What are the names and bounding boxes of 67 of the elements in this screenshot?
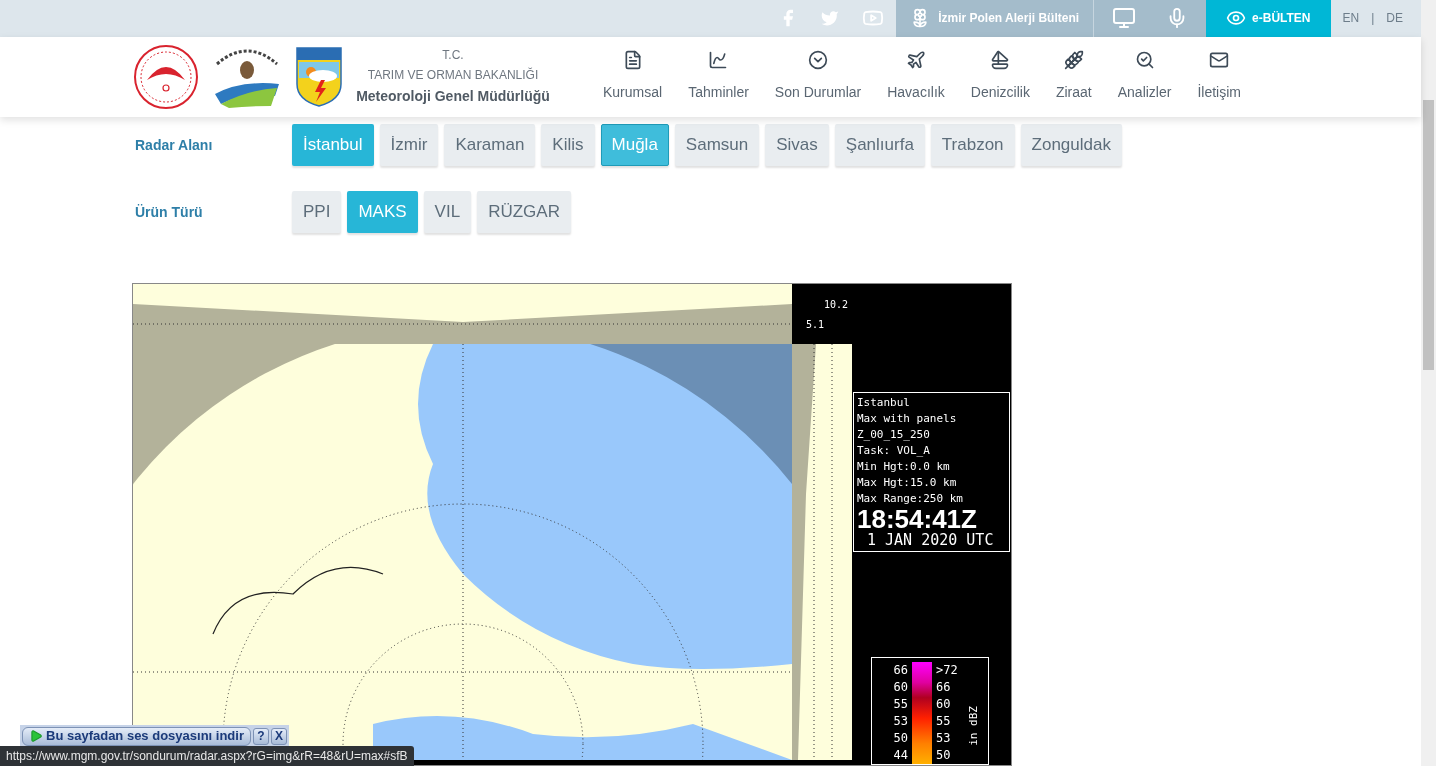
option-button[interactable]: Kilis	[541, 124, 595, 166]
nav-item[interactable]: Son Durumlar	[774, 50, 862, 104]
language-separator: |	[1371, 10, 1375, 28]
option-button[interactable]: RÜZGAR	[477, 191, 571, 233]
organization-name: T.C.	[442, 47, 464, 65]
legend-value: 44	[893, 747, 908, 764]
filter-label: Ürün Türü	[135, 203, 204, 222]
organization-name: Meteoroloji Genel Müdürlüğü	[356, 87, 550, 107]
option-button[interactable]: Şanlıurfa	[834, 124, 925, 166]
legend-value: 55	[936, 713, 952, 730]
line-chart-icon	[708, 50, 729, 71]
nav-item[interactable]: Havacılık	[887, 50, 945, 104]
legend-unit: in dBZ	[968, 706, 980, 746]
radar-info-line: Task: VOL_A	[857, 443, 931, 459]
option-button[interactable]: İzmir	[379, 124, 439, 166]
legend-value: 50	[893, 730, 908, 747]
meteorology-logo	[295, 45, 343, 108]
option-button[interactable]: Zonguldak	[1020, 124, 1122, 166]
legend-value: 60	[936, 696, 952, 713]
radar-info-line: Z_00_15_250	[857, 427, 931, 443]
monitor-icon[interactable]	[1112, 6, 1137, 31]
legend-value: 60	[893, 679, 908, 696]
option-button[interactable]: Karaman	[444, 124, 536, 166]
ministry-seal-logo	[133, 43, 199, 110]
legend-value: 66	[893, 662, 908, 679]
search-icon	[1134, 50, 1155, 71]
scrollbar-thumb[interactable]	[1423, 100, 1434, 370]
option-button[interactable]: Trabzon	[930, 124, 1015, 166]
radar-info-line: Max Range:250 km	[857, 491, 964, 507]
radar-info-line: Max Hgt:15.0 km	[857, 475, 958, 491]
organization-name: TARIM VE ORMAN BAKANLIĞI	[367, 66, 539, 85]
legend-value: 53	[893, 713, 908, 730]
nav-item[interactable]: Ziraat	[1055, 50, 1092, 104]
radar-info-line: Max with panels	[857, 411, 958, 427]
play-icon	[29, 729, 43, 743]
mail-icon	[1209, 50, 1230, 71]
nav-item[interactable]: Tahminler	[688, 50, 749, 104]
legend-value: >72	[936, 662, 959, 679]
wheat-icon	[1063, 50, 1084, 71]
ebulletin-button[interactable]: e-BÜLTEN	[1206, 0, 1331, 37]
radar-date: 1 JAN 2020 UTC	[866, 531, 995, 549]
plane-icon	[906, 50, 926, 71]
nav-item[interactable]: Analizler	[1117, 50, 1172, 104]
nav-item[interactable]: Denizcilik	[970, 50, 1030, 104]
chevron-circle-icon	[808, 50, 829, 71]
radar-info-line: Min Hgt:0.0 km	[857, 459, 951, 475]
option-button[interactable]: Sivas	[765, 124, 829, 166]
filter-label: Radar Alanı	[135, 136, 214, 155]
option-button[interactable]: VIL	[423, 191, 472, 233]
language-link[interactable]: EN	[1342, 9, 1360, 28]
scrollbar[interactable]	[1421, 0, 1436, 766]
nav-item[interactable]: İletişim	[1197, 50, 1241, 104]
nav-item[interactable]: Kurumsal	[603, 50, 663, 104]
radar-info-line: Istanbul	[857, 395, 911, 411]
legend-value: 66	[936, 679, 952, 696]
scale-label: 5.1	[806, 318, 825, 332]
radar-time: 18:54:41Z	[857, 507, 977, 531]
language-link[interactable]: DE	[1386, 9, 1403, 28]
legend-value: 55	[893, 696, 908, 713]
sailboat-icon	[990, 50, 1011, 71]
legend-value: 50	[936, 747, 952, 764]
option-button[interactable]: PPI	[292, 191, 342, 233]
legend-value: 53	[936, 730, 952, 747]
option-button[interactable]: İstanbul	[292, 124, 374, 166]
option-button[interactable]: MAKS	[347, 191, 418, 233]
option-button[interactable]: Samsun	[674, 124, 760, 166]
scale-label: 10.2	[824, 298, 849, 312]
